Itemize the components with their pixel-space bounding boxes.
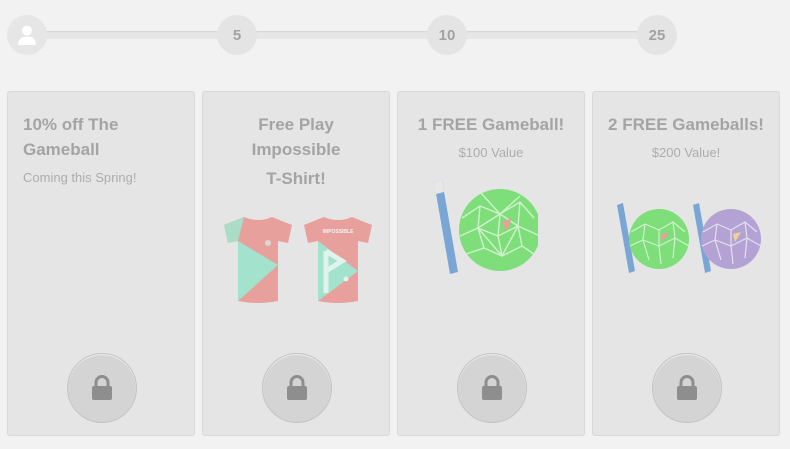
milestone-label: 25 <box>648 26 666 44</box>
milestone-label: 10 <box>438 26 456 44</box>
reward-card-two-gameballs: 2 FREE Gameballs! $200 Value! <box>592 91 780 436</box>
reward-card-tshirt: Free Play Impossible T-Shirt! IMPOSSIBLE <box>202 91 390 436</box>
reward-subtitle: $100 Value <box>458 145 524 160</box>
reward-card-discount: 10% off The Gameball Coming this Spring! <box>7 91 195 436</box>
rewards-progress-bar: 5 10 25 <box>0 0 790 80</box>
progress-track <box>30 31 660 39</box>
lock-icon <box>287 375 307 400</box>
current-user-marker <box>7 15 47 55</box>
reward-subtitle: Coming this Spring! <box>23 170 137 185</box>
gameball-image <box>434 180 538 274</box>
milestone-25: 25 <box>637 15 677 55</box>
two-gameballs-image <box>617 203 762 273</box>
milestone-10: 10 <box>427 15 467 55</box>
lock-icon <box>92 375 112 400</box>
reward-card-one-gameball: 1 FREE Gameball! $100 Value <box>397 91 585 436</box>
shirt-print: IMPOSSIBLE <box>323 229 355 235</box>
tshirt-image: IMPOSSIBLE <box>224 217 372 303</box>
lock-icon <box>677 375 697 400</box>
reward-title: 1 FREE Gameball! <box>417 115 565 134</box>
locked-reward-button[interactable] <box>457 353 527 423</box>
lock-icon <box>482 375 502 400</box>
reward-title: Free Play Impossible <box>251 115 341 159</box>
milestone-label: 5 <box>232 26 242 44</box>
locked-reward-button[interactable] <box>652 353 722 423</box>
milestone-5: 5 <box>217 15 257 55</box>
locked-reward-button[interactable] <box>262 353 332 423</box>
reward-subtitle: $200 Value! <box>651 145 721 160</box>
reward-title-line2: T-Shirt! <box>266 169 326 188</box>
locked-reward-button[interactable] <box>67 353 137 423</box>
reward-title: 10% off The Gameball <box>23 115 119 159</box>
user-icon <box>18 25 36 45</box>
reward-title: 2 FREE Gameballs! <box>608 115 764 134</box>
